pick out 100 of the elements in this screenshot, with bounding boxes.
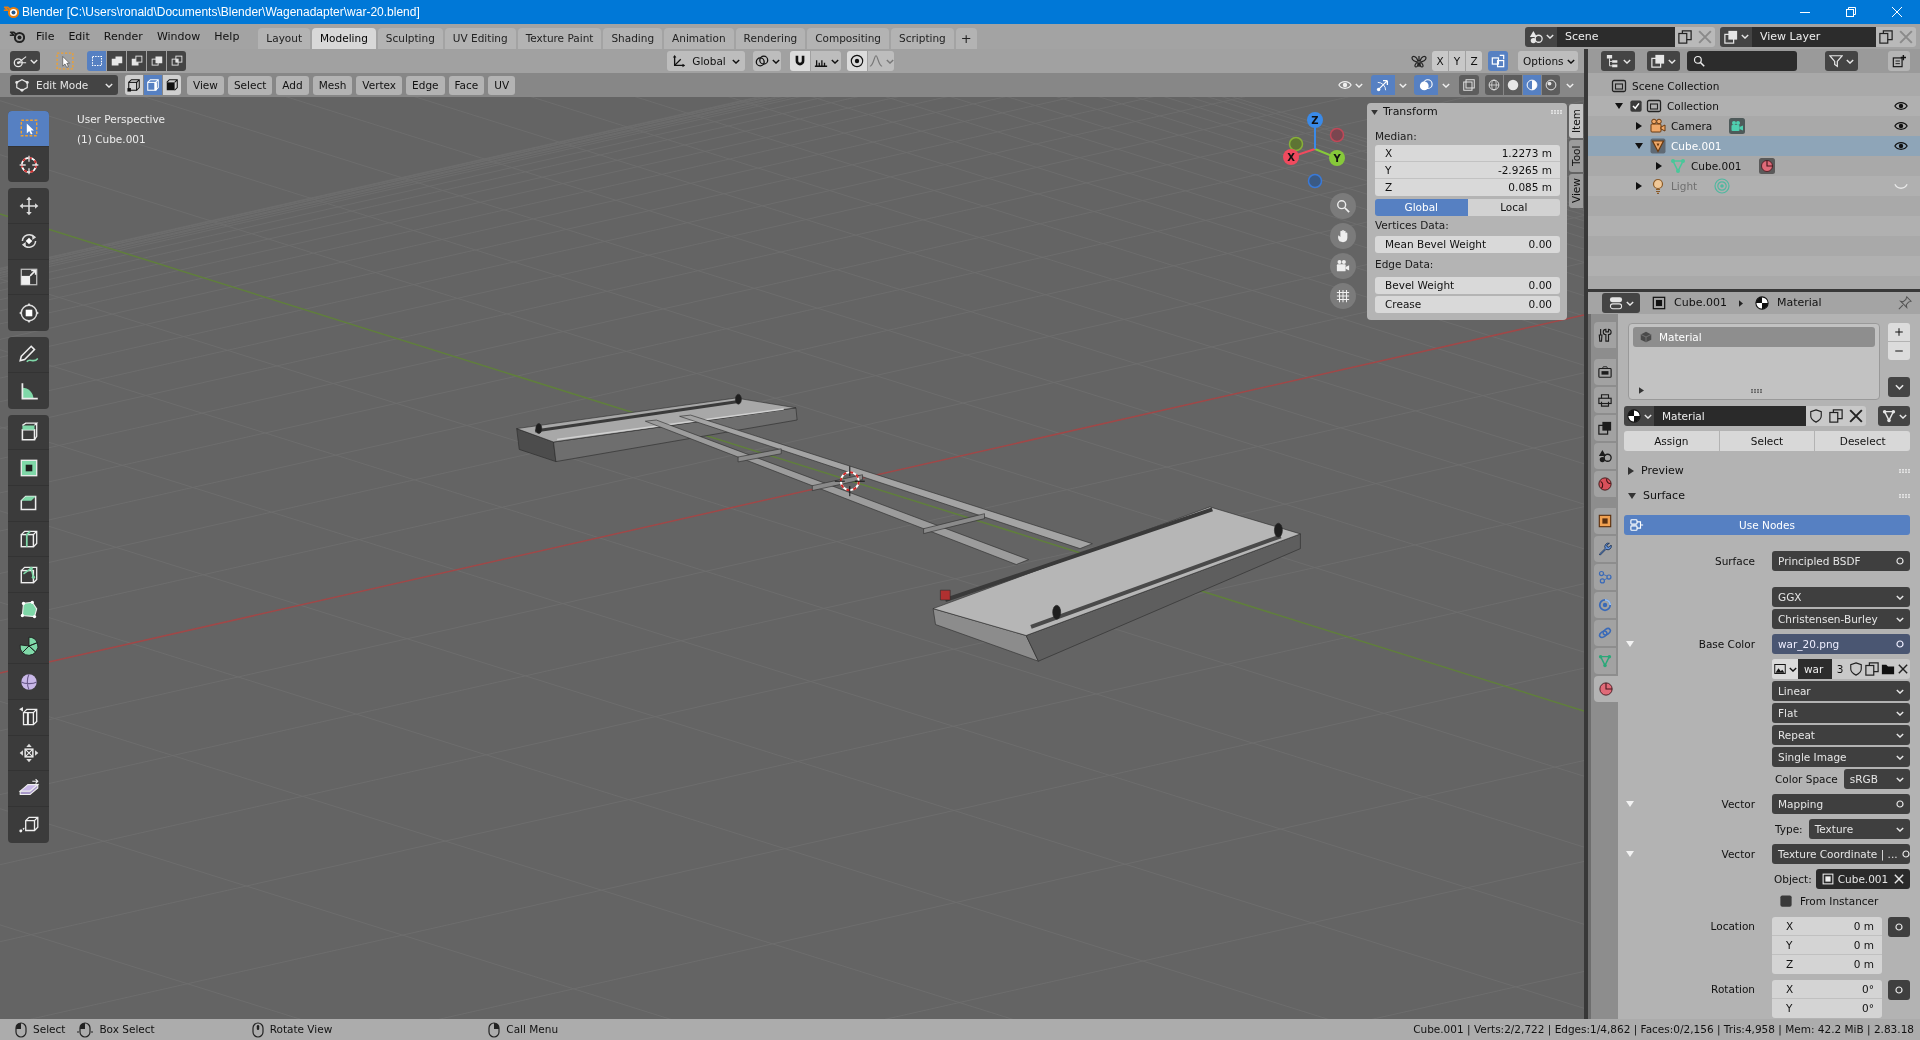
pan-button[interactable] — [1330, 223, 1356, 249]
x-axis-handle[interactable]: X — [1283, 148, 1316, 165]
menu-button[interactable]: UV — [488, 75, 516, 95]
properties-tab[interactable] — [1594, 676, 1618, 702]
outliner-row[interactable]: Camera — [1588, 116, 1920, 136]
xray-toggle[interactable] — [1459, 75, 1479, 95]
dropdown[interactable]: Linear — [1772, 681, 1910, 701]
eye-icon[interactable] — [1894, 99, 1908, 113]
negative-z-handle[interactable] — [1307, 173, 1323, 189]
copy-icon[interactable] — [1675, 26, 1695, 47]
eye-icon[interactable] — [1894, 139, 1908, 153]
select-mode-button[interactable] — [127, 51, 146, 71]
orientation-dropdown[interactable]: Global — [667, 51, 745, 71]
remove-slot-button[interactable] — [1888, 342, 1910, 360]
tool-button[interactable] — [8, 111, 49, 147]
slot-action-button[interactable]: Deselect — [1815, 431, 1910, 451]
y-axis-handle[interactable]: Y — [1314, 148, 1345, 166]
overlays-toggle[interactable] — [1414, 75, 1438, 95]
search-field[interactable] — [1687, 51, 1797, 71]
negative-x-handle[interactable] — [1329, 127, 1345, 143]
dropdown[interactable]: Christensen-Burley — [1772, 609, 1910, 629]
close-icon[interactable] — [1846, 406, 1866, 426]
view-layer-name-field[interactable]: View Layer — [1752, 26, 1876, 47]
close-icon[interactable] — [1896, 662, 1910, 676]
number-field[interactable]: Crease 0.00 — [1375, 296, 1560, 313]
shading-mode-button[interactable] — [1504, 75, 1522, 95]
workspace-tab[interactable]: Rendering — [735, 28, 806, 49]
copy-icon[interactable] — [1826, 406, 1846, 426]
z-axis-handle[interactable]: Z — [1307, 112, 1323, 150]
editor-type-button[interactable] — [1601, 51, 1635, 71]
dropdown[interactable]: Texture — [1808, 819, 1910, 839]
properties-tab[interactable] — [1594, 508, 1616, 534]
workspace-tab[interactable]: Scripting — [891, 28, 954, 49]
dropdown[interactable]: GGX — [1772, 587, 1910, 607]
auto-merge-toggle[interactable] — [1488, 51, 1508, 71]
menu-item[interactable]: Render — [96, 26, 150, 47]
dropdown[interactable]: sRGB — [1843, 769, 1910, 789]
shading-mode-button[interactable] — [1485, 75, 1503, 95]
triangle-right-icon[interactable] — [1656, 162, 1662, 170]
shading-mode-button[interactable] — [1523, 75, 1541, 95]
properties-tab[interactable] — [1594, 536, 1616, 562]
panel-title[interactable]: Surface — [1643, 489, 1685, 503]
snap-toggle[interactable] — [790, 51, 810, 71]
mesh-select-mode-button[interactable] — [163, 75, 181, 95]
outliner-row[interactable]: Cube.001 — [1588, 156, 1920, 176]
mesh-select-mode-button[interactable] — [125, 75, 143, 95]
menu-button[interactable]: Mesh — [312, 75, 353, 95]
outliner-row[interactable]: Collection — [1588, 96, 1920, 116]
negative-y-handle[interactable] — [1288, 136, 1304, 152]
mirror-axis-toggle[interactable]: Z — [1466, 51, 1482, 71]
triangle-right-icon[interactable] — [1639, 387, 1644, 394]
filter-button[interactable] — [1825, 51, 1858, 71]
options-dropdown[interactable]: Options — [1518, 51, 1578, 71]
image-name-field[interactable]: war — [1798, 659, 1832, 679]
properties-tab[interactable] — [1594, 415, 1616, 441]
number-field[interactable]: Z 0 m — [1772, 955, 1882, 974]
number-field[interactable]: Mean Bevel Weight 0.00 — [1375, 236, 1560, 253]
triangle-down-icon[interactable] — [1628, 493, 1636, 499]
gizmo-toggle[interactable] — [1371, 75, 1395, 95]
active-tool-button[interactable] — [53, 51, 77, 71]
copy-icon[interactable] — [1876, 26, 1896, 47]
menu-button[interactable]: Select — [227, 75, 273, 95]
new-collection-button[interactable] — [1888, 51, 1910, 71]
mirror-axis-toggle[interactable]: Y — [1449, 51, 1465, 71]
select-mode-button[interactable] — [87, 51, 106, 71]
menu-item[interactable]: Window — [149, 26, 208, 47]
sidebar-tab[interactable]: View — [1569, 174, 1583, 208]
camera-view-button[interactable] — [1330, 253, 1356, 279]
specials-button[interactable] — [1888, 377, 1910, 397]
scene-browse-button[interactable] — [1525, 26, 1557, 47]
socket-button[interactable] — [1888, 917, 1910, 937]
panel-title[interactable]: Preview — [1641, 464, 1684, 478]
triangle-down-icon[interactable] — [1615, 103, 1623, 109]
display-mode-button[interactable] — [1647, 51, 1680, 71]
node-socket-field[interactable]: Mapping — [1772, 794, 1910, 814]
segmented-option[interactable]: Local — [1467, 199, 1560, 216]
select-mode-button[interactable] — [167, 51, 186, 71]
workspace-tab[interactable]: Shading — [603, 28, 663, 49]
select-mode-button[interactable] — [147, 51, 166, 71]
object-field[interactable]: Cube.001 — [1815, 869, 1910, 889]
dropdown[interactable]: Flat — [1772, 703, 1910, 723]
number-field[interactable]: Y 0 m — [1772, 936, 1882, 955]
number-field[interactable]: X 1.2273 m — [1375, 145, 1560, 162]
menu-item[interactable]: Help — [207, 26, 247, 47]
panel-title[interactable]: Transform — [1383, 105, 1438, 119]
mode-dropdown[interactable]: Edit Mode — [10, 75, 118, 95]
number-field[interactable]: Z 0.085 m — [1375, 179, 1560, 196]
eye-icon[interactable] — [1894, 119, 1908, 133]
slot-action-button[interactable]: Select — [1719, 431, 1815, 451]
menu-button[interactable]: View — [187, 75, 224, 95]
outliner-row[interactable]: Scene Collection — [1588, 76, 1920, 96]
properties-tab[interactable] — [1594, 443, 1616, 469]
material-browse-button[interactable] — [1624, 406, 1654, 426]
material-name-field[interactable]: Material — [1654, 406, 1806, 426]
shield-icon[interactable] — [1848, 661, 1864, 677]
dropdown[interactable]: Repeat — [1772, 725, 1910, 745]
workspace-tab[interactable]: Texture Paint — [517, 28, 602, 49]
workspace-tab[interactable]: Modeling — [312, 28, 376, 49]
number-field[interactable]: X 0° — [1772, 980, 1882, 999]
add-workspace-button[interactable]: + — [955, 28, 977, 49]
